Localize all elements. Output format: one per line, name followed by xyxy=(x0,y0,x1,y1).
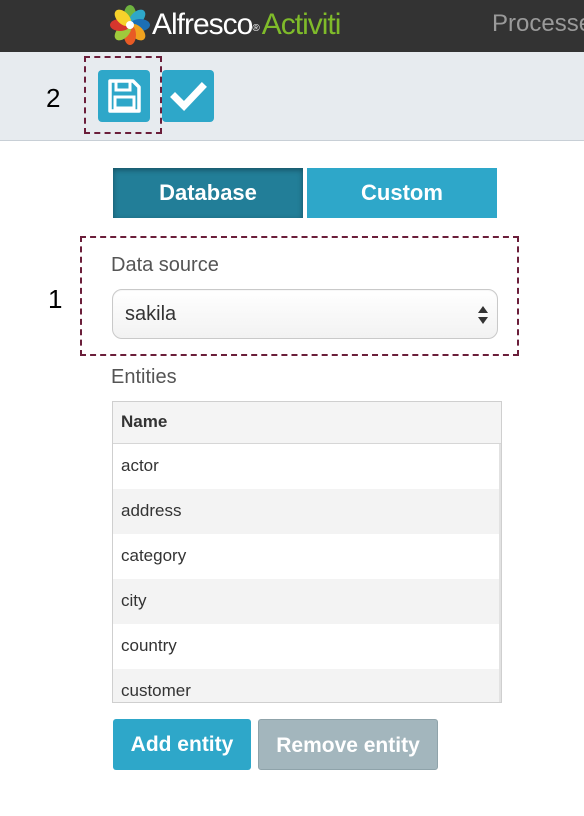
brand-secondary: Activiti xyxy=(261,8,342,41)
data-source-label: Data source xyxy=(111,254,219,276)
floppy-disk-icon xyxy=(108,79,141,113)
remove-entity-button[interactable]: Remove entity xyxy=(258,719,438,770)
alfresco-flower-icon xyxy=(110,5,150,45)
table-row[interactable]: city xyxy=(113,579,499,624)
tab-database[interactable]: Database xyxy=(113,168,303,218)
save-button[interactable] xyxy=(98,70,150,122)
top-navbar: Alfresco®Activiti Processes xyxy=(0,0,584,52)
row-label: customer xyxy=(121,681,191,700)
entities-table: Name actor address category city country… xyxy=(112,401,502,703)
add-entity-button[interactable]: Add entity xyxy=(113,719,251,770)
table-row[interactable]: address xyxy=(113,489,499,534)
table-header: Name xyxy=(113,402,501,444)
validate-button[interactable] xyxy=(162,70,214,122)
callout-number-1: 1 xyxy=(48,284,63,314)
brand-primary: Alfresco xyxy=(152,8,253,41)
data-source-value: sakila xyxy=(125,303,177,325)
column-header-name: Name xyxy=(121,412,168,431)
brand-name[interactable]: Alfresco® Activiti xyxy=(152,8,342,42)
row-label: actor xyxy=(121,456,159,475)
tab-custom[interactable]: Custom xyxy=(307,168,497,218)
checkmark-icon xyxy=(170,82,207,112)
data-source-select[interactable]: sakila xyxy=(112,289,498,339)
row-label: city xyxy=(121,591,147,610)
row-label: address xyxy=(121,501,182,520)
table-row[interactable]: actor xyxy=(113,444,499,489)
row-label: country xyxy=(121,636,177,655)
entities-label: Entities xyxy=(111,366,177,388)
table-row[interactable]: country xyxy=(113,624,499,669)
table-scrollbar[interactable] xyxy=(499,444,501,702)
registered-mark: ® xyxy=(252,23,259,34)
row-label: category xyxy=(121,546,187,565)
table-row[interactable]: customer xyxy=(113,669,499,702)
table-row[interactable]: category xyxy=(113,534,499,579)
select-arrows-icon xyxy=(478,306,488,324)
callout-number-2: 2 xyxy=(46,83,61,113)
nav-link-processes[interactable]: Processes xyxy=(492,10,584,38)
